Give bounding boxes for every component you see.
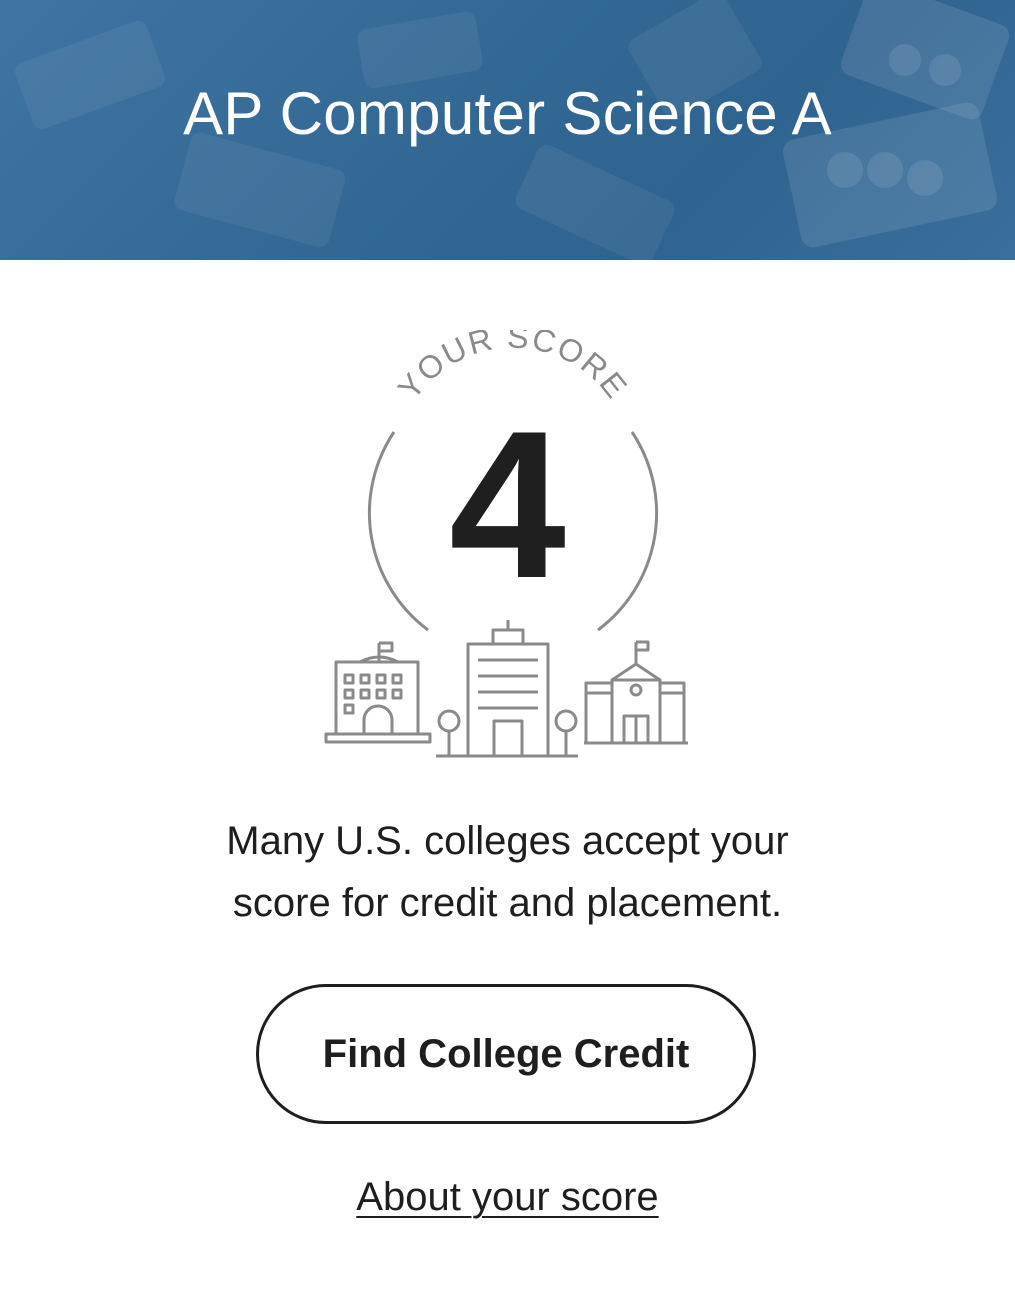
about-your-score-link[interactable]: About your score [0, 1170, 1015, 1224]
score-value: 4 [449, 387, 566, 622]
header-banner: AP Computer Science A [0, 0, 1015, 260]
score-message-line-1: Many U.S. colleges accept your [226, 819, 789, 863]
find-college-credit-button[interactable]: Find College Credit [256, 984, 756, 1124]
score-message: Many U.S. colleges accept your score for… [0, 810, 1015, 934]
page-title: AP Computer Science A [183, 80, 832, 147]
score-message-line-2: score for credit and placement. [232, 881, 783, 925]
college-buildings-icon [324, 620, 688, 758]
